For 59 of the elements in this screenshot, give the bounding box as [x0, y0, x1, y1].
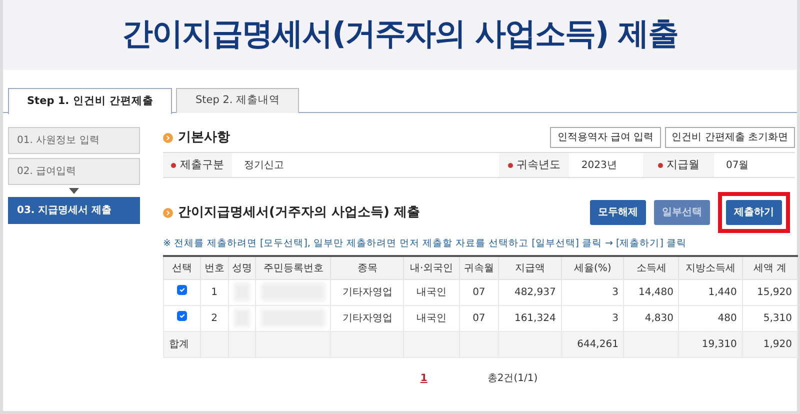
field-label-text: 제출구분	[180, 156, 224, 173]
table-cell: 4,830	[624, 305, 679, 332]
table-cell: 07	[459, 305, 499, 332]
column-header: 세율(%)	[561, 256, 624, 280]
table-cell: 합계	[164, 331, 201, 358]
action-button[interactable]: 제출하기	[726, 200, 782, 225]
table-cell: 3	[561, 305, 624, 332]
page-summary: 총2건(1/1)	[487, 372, 538, 386]
column-header: 소득세	[624, 256, 679, 280]
table-cell: 15,920	[742, 279, 798, 306]
table-cell: 내국인	[404, 305, 460, 332]
tab[interactable]: Step 2. 제출내역	[176, 88, 300, 113]
column-header: 주민등록번호	[256, 256, 331, 280]
checkbox[interactable]	[177, 284, 188, 295]
column-header: 종목	[330, 256, 404, 280]
column-header: 선택	[164, 256, 201, 280]
instruction-text: ※ 전체를 제출하려면 [모두선택], 일부만 제출하려면 먼저 제출할 자료를 선택하고 [일부선택] 클릭 → [제출하기] 클릭	[163, 237, 688, 251]
column-header: 성명	[228, 256, 256, 280]
table-cell: 14,480	[624, 279, 679, 306]
bullet-icon	[163, 132, 173, 142]
table-cell: 1	[200, 279, 228, 306]
table-cell: 07	[459, 279, 499, 306]
table-cell: 644,261	[561, 331, 624, 358]
table-cell: 5,310	[742, 305, 798, 332]
step-item[interactable]: 01. 사원정보 입력	[8, 127, 140, 154]
table-cell: 482,937	[498, 279, 562, 306]
tab[interactable]: Step 1. 인건비 간편제출	[8, 88, 172, 114]
action-button[interactable]: 인적용역자 급여 입력	[550, 127, 661, 148]
field-label-text: 귀속년도	[516, 156, 560, 173]
column-header: 내·외국인	[404, 256, 460, 280]
column-header: 세액 계	[742, 256, 798, 280]
step-item[interactable]: 02. 급여입력	[8, 158, 140, 185]
table-cell: 1,440	[678, 279, 742, 306]
field-value: 정기신고	[242, 158, 285, 172]
action-button[interactable]: 모두해제	[590, 200, 646, 225]
field-label-text: 지급월	[666, 156, 700, 173]
column-header: 귀속월	[459, 256, 499, 280]
table-cell: 480	[678, 305, 742, 332]
field-value: 2023년	[580, 158, 618, 172]
column-header: 지급액	[498, 256, 562, 280]
page-link[interactable]: 1	[420, 370, 428, 386]
checkbox[interactable]	[177, 310, 188, 321]
table-cell: 내국인	[404, 279, 460, 306]
field-value: 07월	[725, 158, 750, 172]
action-button[interactable]: 인건비 간편제출 초기화면	[664, 127, 795, 148]
table-cell: 161,324	[498, 305, 562, 332]
bullet-icon	[163, 208, 173, 218]
section-title: 간이지급명세서(거주자의 사업소득) 제출	[178, 204, 420, 222]
table-cell: 1,920	[742, 331, 798, 358]
step-item[interactable]: 03. 지급명세서 제출	[8, 197, 140, 224]
table-cell: 2	[200, 305, 228, 332]
page-title: 간이지급명세서(거주자의 사업소득) 제출	[122, 16, 678, 54]
table-cell: 기타자영업	[330, 279, 404, 306]
column-header: 지방소득세	[678, 256, 742, 280]
column-header: 번호	[200, 256, 228, 280]
table-cell: 기타자영업	[330, 305, 404, 332]
table-cell: 19,310	[678, 331, 742, 358]
section-title: 기본사항	[178, 128, 230, 147]
table-cell: 3	[561, 279, 624, 306]
